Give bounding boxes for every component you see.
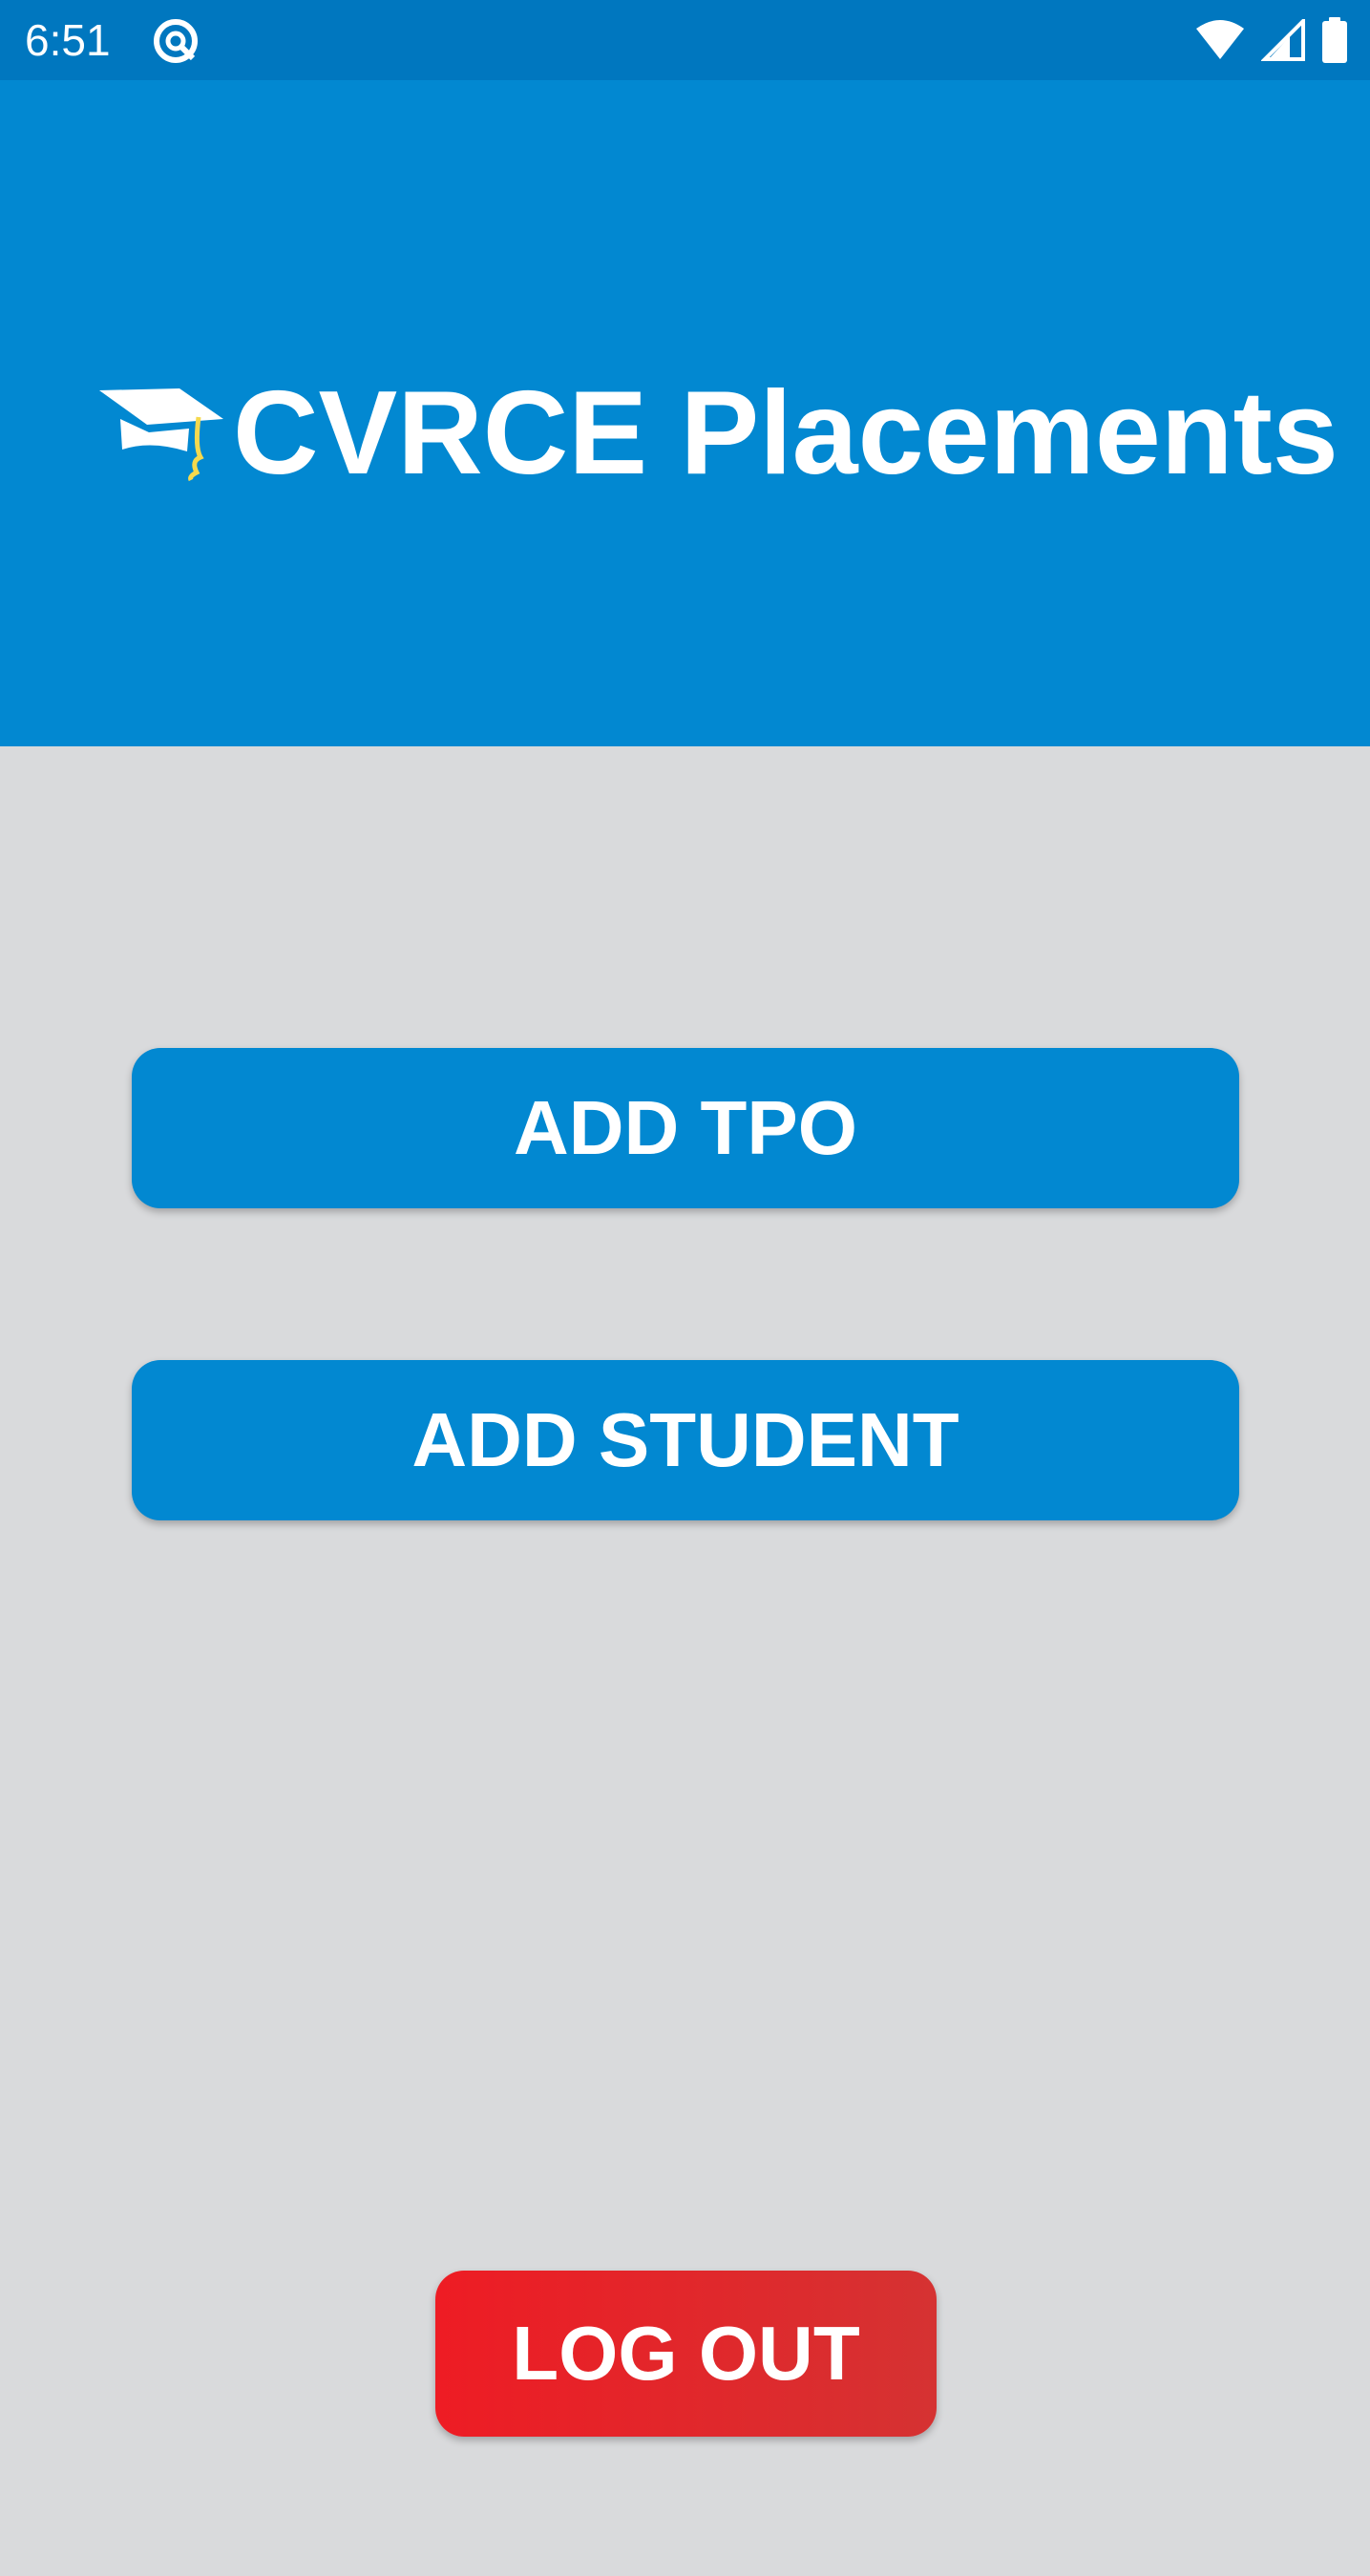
add-student-button[interactable]: ADD STUDENT <box>132 1360 1239 1520</box>
app-header: CVRCE Placements <box>0 80 1370 746</box>
brand: CVRCE Placements <box>95 357 1338 510</box>
app-notification-icon <box>154 19 198 63</box>
app-title: CVRCE Placements <box>233 367 1338 499</box>
wifi-icon <box>1196 20 1244 59</box>
graduation-cap-icon <box>99 388 223 482</box>
cellular-signal-icon <box>1261 19 1305 61</box>
status-icons <box>1194 15 1349 65</box>
status-time: 6:51 <box>25 15 111 65</box>
logout-button[interactable]: LOG OUT <box>435 2271 937 2437</box>
status-bar: 6:51 <box>0 0 1370 80</box>
battery-icon <box>1322 17 1347 63</box>
add-tpo-button[interactable]: ADD TPO <box>132 1048 1239 1208</box>
